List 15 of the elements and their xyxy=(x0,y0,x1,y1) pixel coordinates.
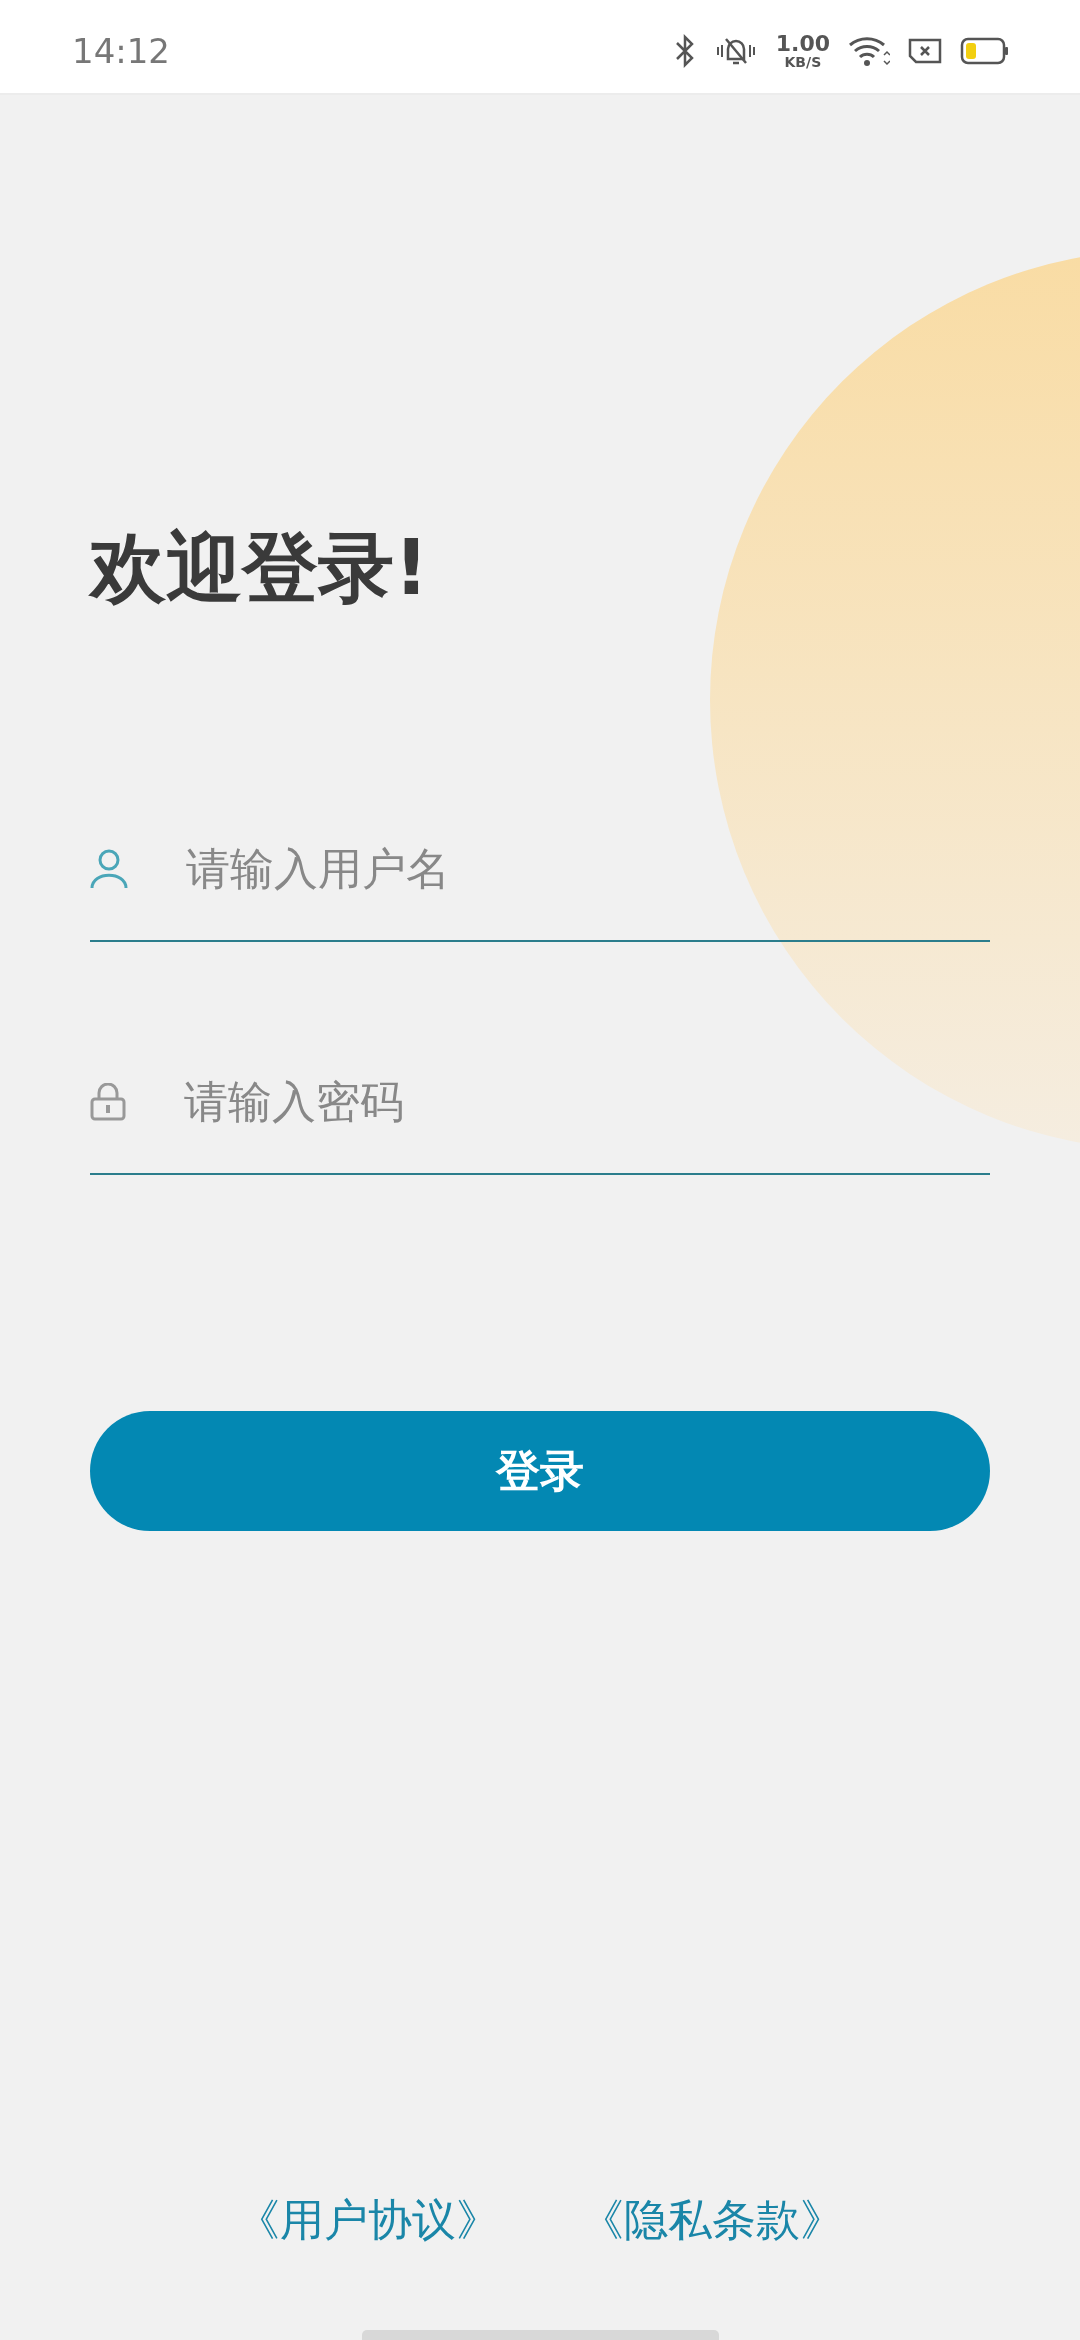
password-field[interactable]: 请输入密码 xyxy=(184,1076,990,1127)
lock-icon xyxy=(90,1082,126,1121)
login-button[interactable]: 登录 xyxy=(90,1411,990,1531)
status-time: 14:12 xyxy=(72,29,170,71)
network-speed-value: 1.00 xyxy=(775,32,830,55)
agreement-link[interactable]: 《用户协议》 xyxy=(236,2191,500,2250)
wifi-icon xyxy=(848,34,890,67)
sim-icon xyxy=(908,37,942,64)
agreement-link[interactable]: 《隐私条款》 xyxy=(580,2191,844,2250)
user-icon xyxy=(90,848,128,889)
username-field[interactable]: 请输入用户名 xyxy=(186,843,990,894)
network-speed-unit: KB/S xyxy=(784,54,822,69)
battery-icon xyxy=(960,36,1010,65)
bluetooth-icon xyxy=(673,33,696,68)
welcome-title: 欢迎登录! xyxy=(90,530,429,606)
